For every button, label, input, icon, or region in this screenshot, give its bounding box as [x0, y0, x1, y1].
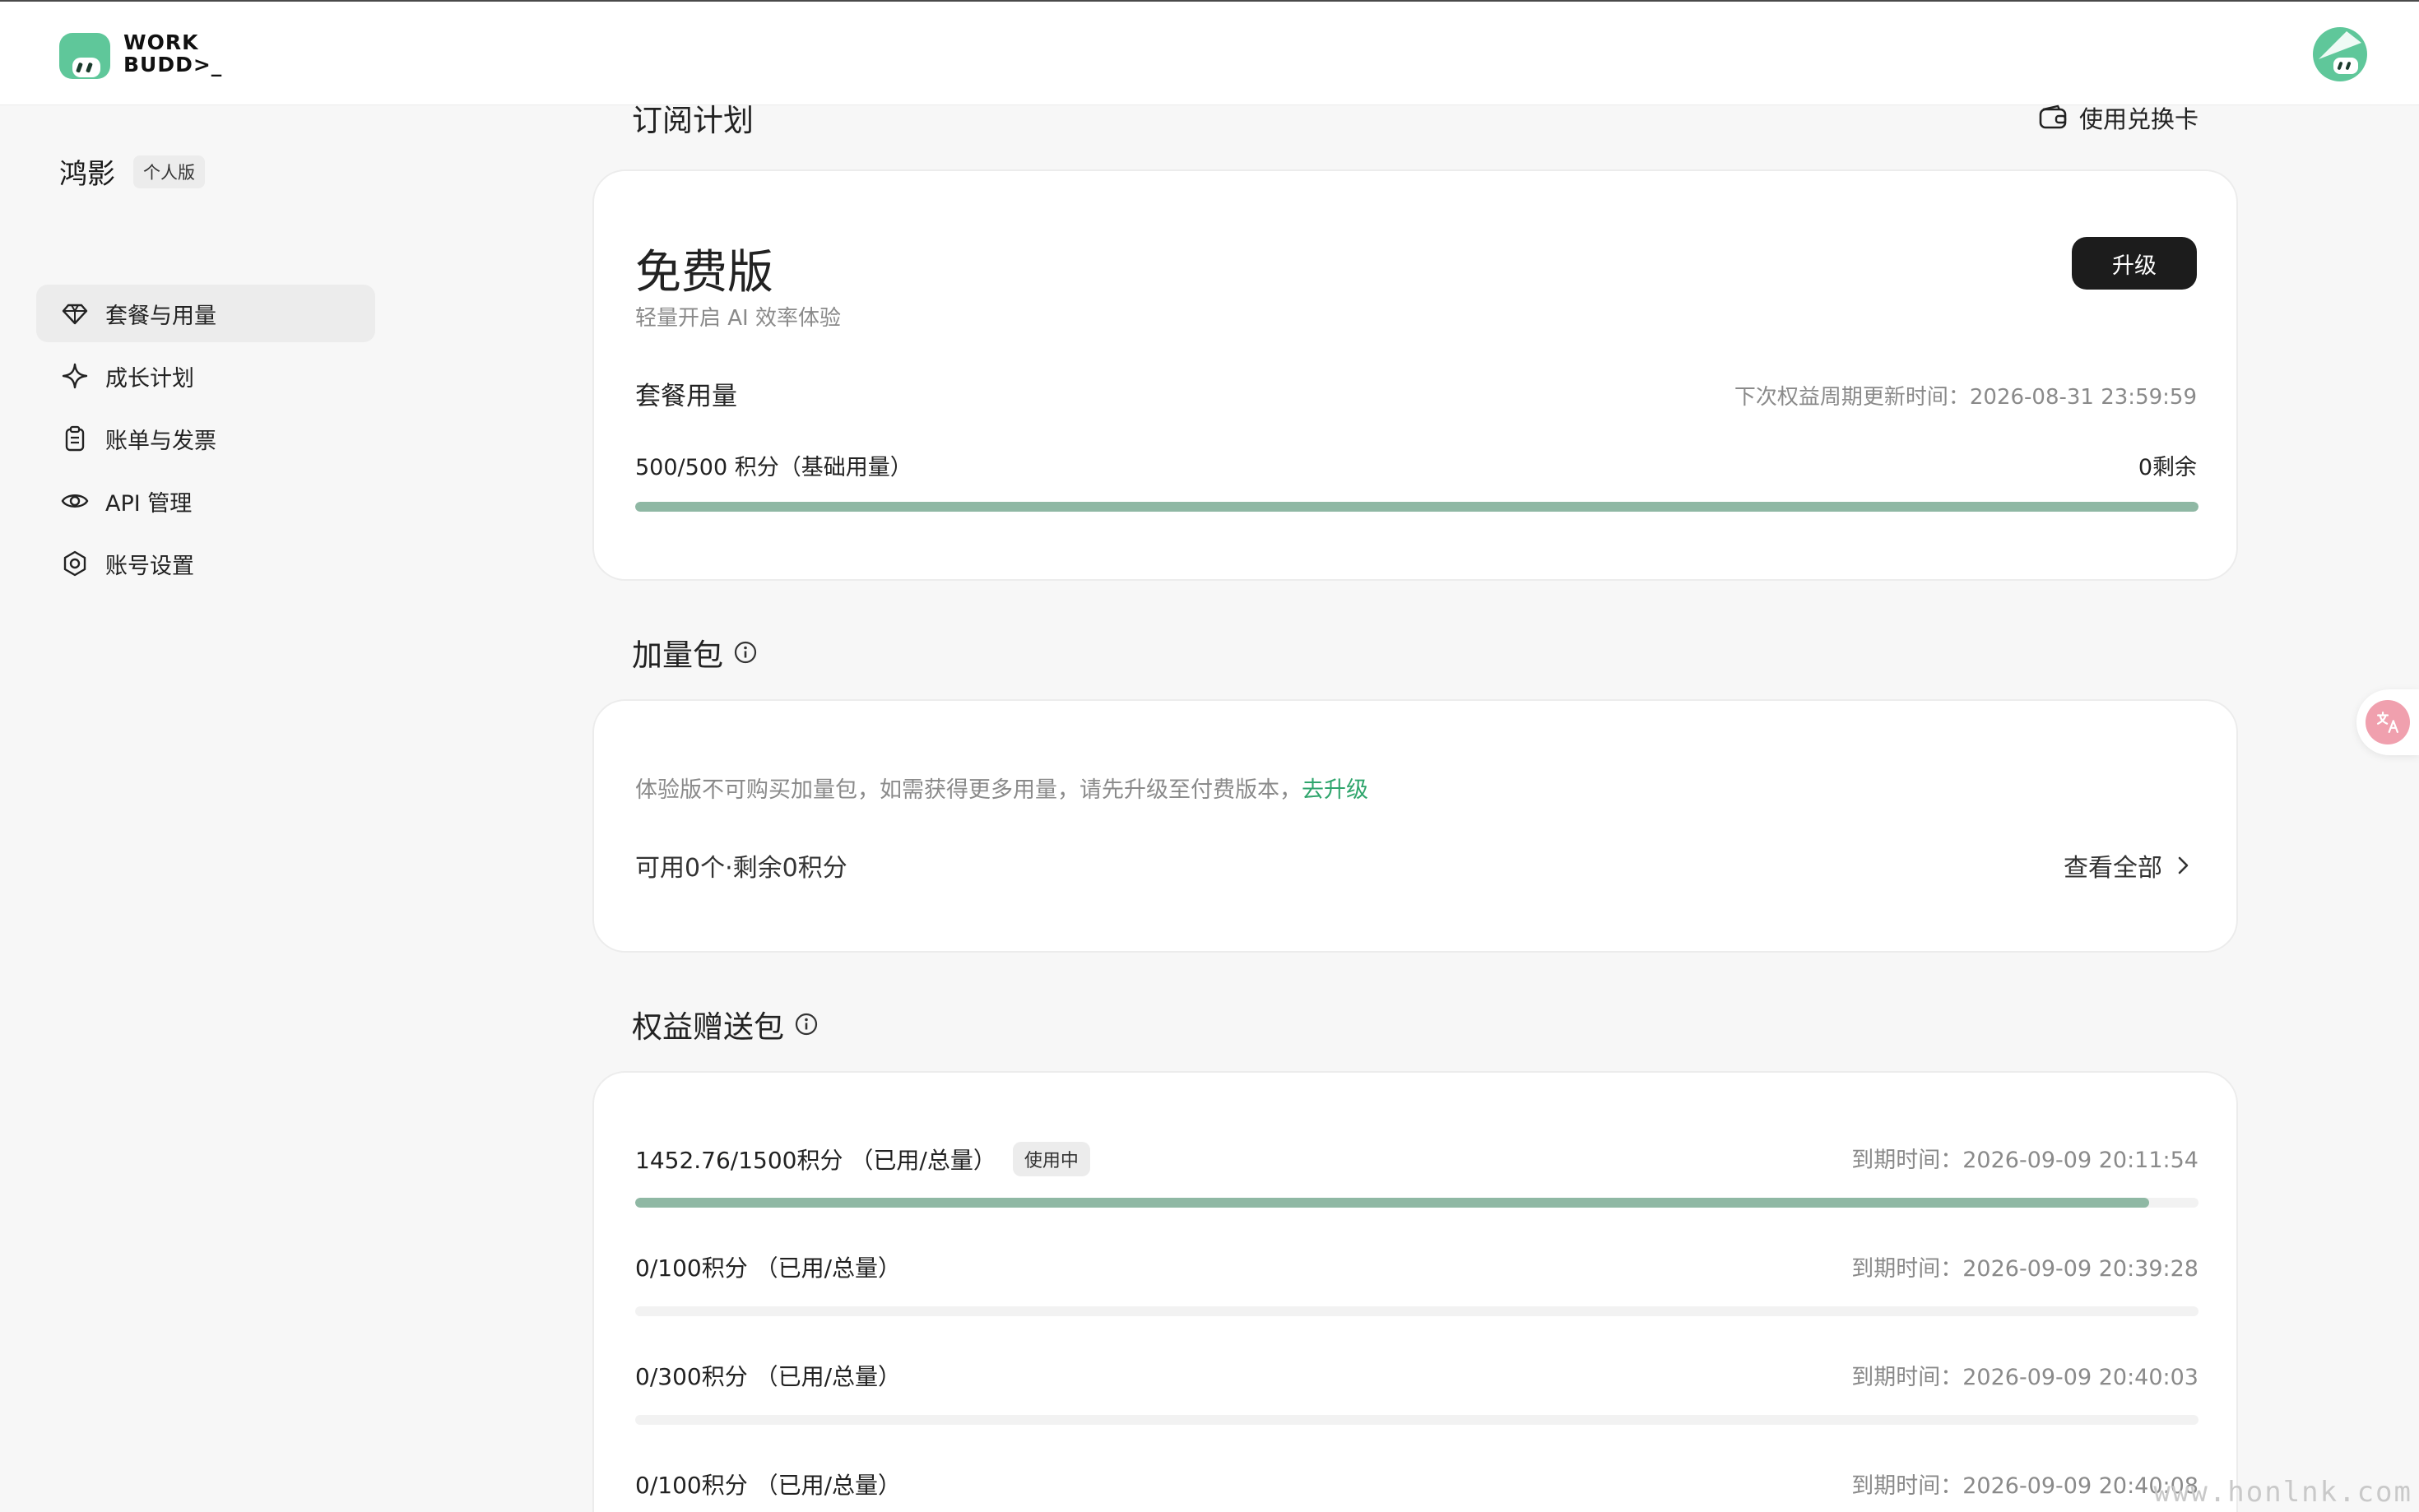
info-icon[interactable] — [733, 640, 758, 665]
gift-progress-bar — [635, 1198, 2198, 1208]
gift-section-title: 权益赠送包 — [632, 1002, 819, 1046]
top-bar: WORK BUDD>_ — [0, 0, 2419, 105]
upgrade-button[interactable]: 升级 — [2072, 237, 2197, 290]
sidebar-item-label: 账号设置 — [105, 553, 194, 579]
addon-section-title: 加量包 — [632, 630, 758, 675]
gift-expiry: 到期时间：2026-09-09 20:39:28 — [1851, 1256, 2198, 1282]
view-all-label: 查看全部 — [2064, 854, 2162, 883]
sidebar-nav: 套餐与用量 成长计划 账单与发票 API 管理 账号设置 — [36, 285, 375, 597]
sidebar-item-plan-usage[interactable]: 套餐与用量 — [36, 285, 375, 342]
gift-card: 1452.76/1500积分 （已用/总量） 使用中 到期时间：2026-09-… — [592, 1071, 2238, 1512]
in-use-badge: 使用中 — [1012, 1142, 1090, 1176]
chevron-right-icon — [2178, 856, 2189, 874]
addon-note-text: 体验版不可购买加量包，如需获得更多用量，请先升级至付费版本， — [635, 777, 1302, 803]
gift-progress-fill — [635, 1198, 2150, 1208]
usage-progress-fill — [635, 502, 2198, 512]
addon-title: 加量包 — [632, 638, 723, 673]
sidebar-item-label: 账单与发票 — [105, 428, 216, 454]
gift-amount: 0/100积分 （已用/总量） — [635, 1255, 902, 1282]
gift-expiry: 到期时间：2026-09-09 20:40:03 — [1851, 1365, 2198, 1390]
gift-amount: 0/100积分 （已用/总量） — [635, 1472, 902, 1499]
refresh-time: 下次权益周期更新时间：2026-08-31 23:59:59 — [1734, 385, 2197, 410]
gift-expiry: 到期时间：2026-09-09 20:11:54 — [1851, 1148, 2198, 1173]
sidebar-item-label: API 管理 — [105, 490, 193, 517]
redeem-label: 使用兑换卡 — [2078, 105, 2198, 133]
redeem-card-button[interactable]: 使用兑换卡 — [2038, 100, 2198, 135]
gift-row-text: 0/100积分 （已用/总量） — [635, 1250, 901, 1283]
sidebar-item-billing[interactable]: 账单与发票 — [36, 410, 375, 467]
org-header: 鸿影 个人版 — [59, 151, 205, 192]
user-avatar[interactable] — [2312, 26, 2368, 82]
clipboard-icon — [65, 425, 85, 452]
workbuddy-logo[interactable]: WORK BUDD>_ — [58, 26, 222, 81]
logo-line-1: WORK — [123, 30, 199, 54]
logo-text: WORK BUDD>_ — [123, 31, 222, 76]
gift-progress-bar — [635, 1306, 2198, 1316]
addon-note: 体验版不可购买加量包，如需获得更多用量，请先升级至付费版本，去升级 — [635, 772, 1368, 804]
sparkle-icon — [62, 363, 88, 389]
org-name: 鸿影 — [59, 158, 115, 191]
gift-expiry: 到期时间：2026-09-09 20:40:08 — [1851, 1473, 2198, 1499]
usage-remaining: 0剩余 — [2138, 455, 2197, 480]
sidebar: 鸿影 个人版 套餐与用量 成长计划 账单与发票 API 管理 账号设置 — [0, 105, 395, 1512]
subscription-title: 订阅计划 — [632, 103, 754, 138]
eye-icon — [61, 494, 89, 508]
watermark: www.honlnk.com — [2153, 1476, 2412, 1509]
workbuddy-logo-icon — [59, 33, 110, 79]
info-icon[interactable] — [794, 1012, 819, 1037]
plan-name: 免费版 — [635, 246, 773, 299]
sidebar-item-label: 套餐与用量 — [105, 303, 216, 329]
subscription-section-title: 订阅计划 — [632, 95, 754, 140]
gift-title: 权益赠送包 — [632, 1009, 784, 1045]
settings-icon — [63, 550, 86, 577]
gift-row: 0/100积分 （已用/总量） 到期时间：2026-09-09 20:40:08 — [635, 1468, 2198, 1512]
addon-card: 体验版不可购买加量包，如需获得更多用量，请先升级至付费版本，去升级 可用0个·剩… — [592, 699, 2238, 953]
gift-amount: 0/300积分 （已用/总量） — [635, 1363, 902, 1390]
sidebar-item-growth-plan[interactable]: 成长计划 — [36, 347, 375, 405]
gift-row: 1452.76/1500积分 （已用/总量） 使用中 到期时间：2026-09-… — [635, 1142, 2198, 1191]
usage-progress-bar — [635, 502, 2198, 512]
gift-row-text: 0/100积分 （已用/总量） — [635, 1468, 901, 1500]
usage-title: 套餐用量 — [635, 382, 737, 411]
gift-row: 0/300积分 （已用/总量） 到期时间：2026-09-09 20:40:03 — [635, 1359, 2198, 1408]
sidebar-item-account-settings[interactable]: 账号设置 — [36, 535, 375, 592]
gem-icon — [62, 304, 88, 325]
gift-row-text: 1452.76/1500积分 （已用/总量） 使用中 — [635, 1142, 1090, 1176]
org-tag: 个人版 — [133, 155, 205, 188]
plan-description: 轻量开启 AI 效率体验 — [635, 306, 841, 331]
wallet-icon — [2039, 104, 2067, 129]
sidebar-item-api[interactable]: API 管理 — [36, 472, 375, 530]
gift-row: 0/100积分 （已用/总量） 到期时间：2026-09-09 20:39:28 — [635, 1250, 2198, 1300]
gift-progress-bar — [635, 1415, 2198, 1425]
translate-float-button[interactable] — [2356, 689, 2419, 755]
sidebar-item-label: 成长计划 — [105, 365, 194, 392]
subscription-card: 免费版 轻量开启 AI 效率体验 升级 套餐用量 下次权益周期更新时间：2026… — [592, 169, 2238, 581]
usage-text: 500/500 积分（基础用量） — [635, 455, 912, 480]
translate-icon — [2366, 700, 2410, 744]
gift-row-text: 0/300积分 （已用/总量） — [635, 1359, 901, 1392]
gift-amount: 1452.76/1500积分 （已用/总量） — [635, 1147, 996, 1174]
addon-available: 可用0个·剩余0积分 — [635, 854, 847, 883]
logo-line-2: BUDD>_ — [123, 53, 223, 77]
view-all-link[interactable]: 查看全部 — [2064, 847, 2194, 884]
go-upgrade-link[interactable]: 去升级 — [1302, 777, 1368, 803]
